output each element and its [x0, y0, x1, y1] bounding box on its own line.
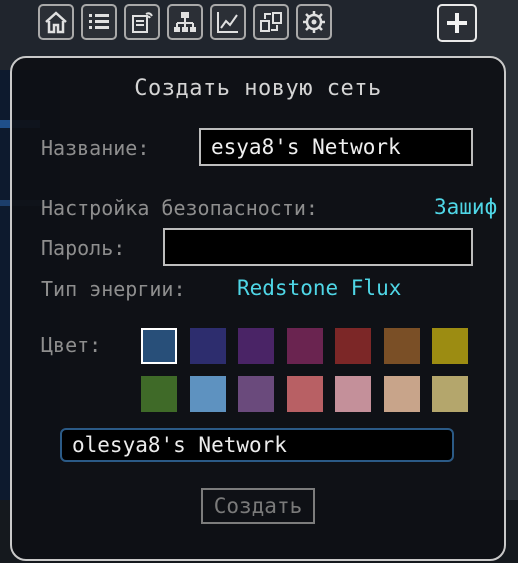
color-swatch[interactable]	[286, 328, 323, 364]
list-tab-button[interactable]	[81, 4, 117, 40]
color-swatch[interactable]	[335, 376, 371, 412]
color-label: Цвет:	[41, 333, 102, 357]
network-tree-icon	[174, 12, 196, 32]
color-swatch[interactable]	[189, 328, 226, 364]
security-label: Настройка безопасности:	[41, 196, 318, 220]
color-swatch[interactable]	[238, 328, 274, 364]
chart-icon	[217, 12, 238, 33]
create-network-dialog: Создать новую сеть Название: esya8's Net…	[10, 56, 506, 561]
password-input[interactable]	[163, 228, 473, 266]
wireless-device-icon	[132, 12, 153, 33]
name-label: Название:	[41, 136, 150, 160]
add-network-button[interactable]	[437, 4, 477, 42]
dialog-title: Создать новую сеть	[134, 76, 382, 101]
list-icon	[89, 14, 109, 29]
create-button[interactable]: Создать	[201, 488, 315, 524]
statistics-tab-button[interactable]	[210, 4, 246, 40]
color-swatch[interactable]	[383, 328, 420, 364]
settings-tab-button[interactable]	[296, 4, 332, 40]
color-swatch[interactable]	[141, 328, 177, 364]
color-swatch[interactable]	[189, 376, 226, 412]
color-swatch[interactable]	[335, 328, 371, 364]
wireless-tab-button[interactable]	[124, 4, 160, 40]
color-swatch[interactable]	[286, 376, 323, 412]
color-swatch[interactable]	[383, 376, 420, 412]
password-label: Пароль:	[41, 236, 126, 260]
network-tab-button[interactable]	[167, 4, 203, 40]
navigation-toolbar	[38, 4, 332, 44]
color-swatch[interactable]	[238, 376, 274, 412]
color-swatch[interactable]	[141, 376, 177, 412]
security-value[interactable]: Зашиф	[434, 195, 497, 219]
plus-icon	[447, 13, 467, 33]
gear-icon	[303, 11, 325, 33]
energy-type-value[interactable]: Redstone Flux	[237, 276, 401, 300]
home-tab-button[interactable]	[38, 4, 74, 40]
transfer-tab-button[interactable]	[253, 4, 289, 40]
color-swatch[interactable]	[432, 328, 468, 364]
transfer-icon	[260, 12, 282, 32]
network-name-input[interactable]: esya8's Network	[199, 128, 473, 166]
home-icon	[45, 11, 67, 34]
energy-type-label: Тип энергии:	[41, 277, 186, 301]
network-name-preview[interactable]: olesya8's Network	[60, 428, 454, 462]
color-swatch[interactable]	[432, 376, 468, 412]
